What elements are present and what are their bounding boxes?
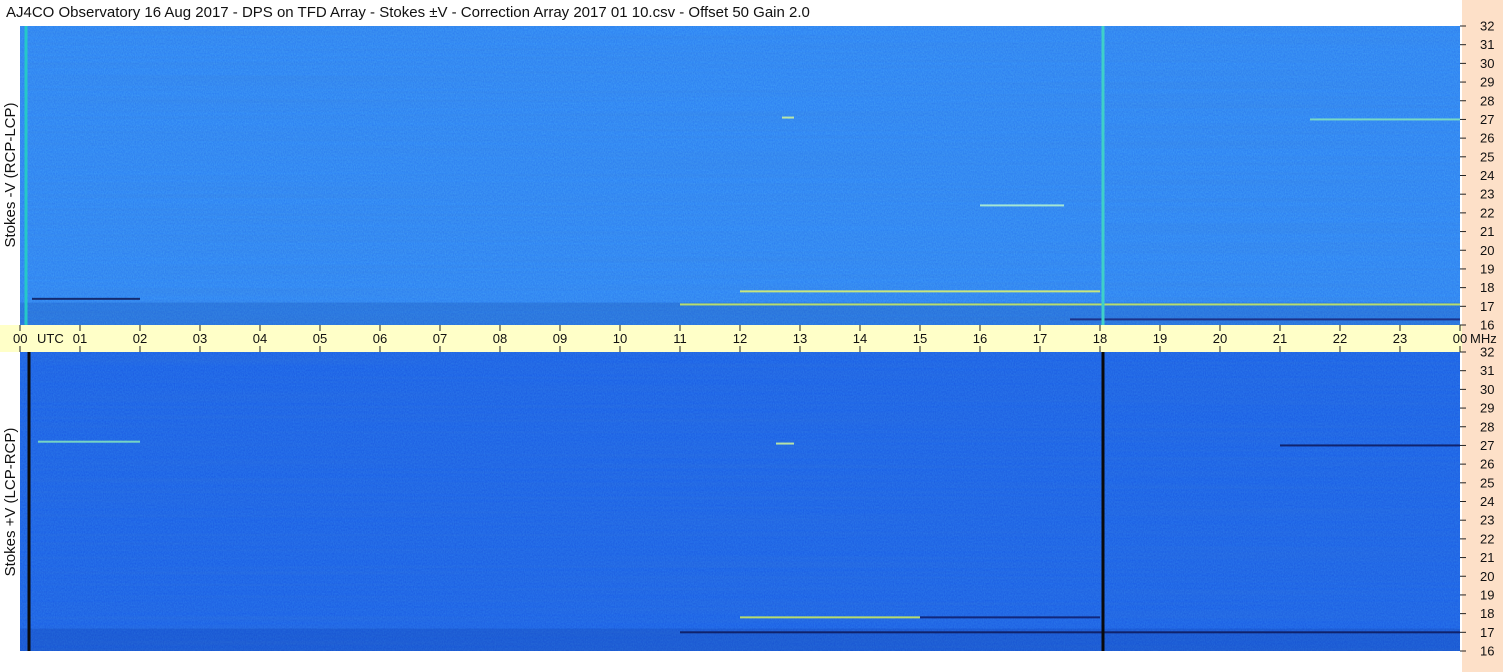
y-tick-label: 18 [1480,280,1494,295]
y-tick-label: 30 [1480,382,1494,397]
x-tick-label: 19 [1153,331,1167,346]
x-tick-label: 16 [973,331,987,346]
emission-streak [680,303,1460,306]
x-tick-label: 11 [673,331,687,346]
bottom-spectrogram-panel [20,352,1460,651]
emission-streak [980,204,1064,207]
time-axis: 00 01 02 03 04 05 06 07 08 09 10 11 12 13 14 15 16 17 18 19… [0,325,1497,352]
y-tick-label: 25 [1480,149,1494,164]
x-tick-label: 05 [313,331,327,346]
top-spectrogram-panel [20,26,1460,325]
y-tick-label: 16 [1480,318,1494,333]
x-tick-label: 17 [1033,331,1047,346]
y-tick-label: 21 [1480,224,1494,239]
heatmap-streaks [20,352,1460,651]
x-tick-label: 00 [13,331,27,346]
x-tick-label: 22 [1333,331,1347,346]
x-tick-label: 02 [133,331,147,346]
y-tick-label: 28 [1480,93,1494,108]
y-tick-label: 25 [1480,475,1494,490]
emission-streak [680,631,1460,634]
spectrogram-svg: 00 01 02 03 04 05 06 07 08 09 10 11 12 13 14 15 16 17 18 19… [0,19,1497,659]
x-tick-label: 10 [613,331,627,346]
y-tick-label: 29 [1480,401,1494,416]
emission-streak [920,616,1100,619]
y-tick-label: 20 [1480,569,1494,584]
top-frequency-axis: 32 31 30 29 28 27 26 25 24 23 22 21 20 19 18 17 16 [1460,19,1494,333]
y-tick-label: 22 [1480,531,1494,546]
vertical-interference-line [1101,26,1105,325]
y-tick-label: 24 [1480,494,1494,509]
y-tick-label: 29 [1480,75,1494,90]
y-tick-label: 21 [1480,550,1494,565]
heatmap-streaks [20,26,1460,325]
x-tick-label: 08 [493,331,507,346]
emission-streak [782,116,794,119]
x-tick-label: 07 [433,331,447,346]
x-tick-label: 18 [1093,331,1107,346]
emission-streak [740,290,1100,293]
emission-streak [1070,318,1460,321]
x-tick-label: 20 [1213,331,1227,346]
y-tick-label: 18 [1480,606,1494,621]
emission-streak [1310,118,1460,121]
y-tick-label: 20 [1480,243,1494,258]
utc-label: UTC [37,331,64,346]
x-tick-label: 14 [853,331,867,346]
x-tick-label: 00 [1453,331,1467,346]
emission-streak [740,616,920,619]
x-tick-label: 09 [553,331,567,346]
x-tick-label: 06 [373,331,387,346]
y-tick-label: 27 [1480,112,1494,127]
y-tick-label: 17 [1480,299,1494,314]
y-tick-label: 31 [1480,363,1494,378]
bottom-frequency-axis: 32 31 30 29 28 27 26 25 24 23 22 21 20 19 18 17 16 [1460,345,1494,659]
x-tick-label: 15 [913,331,927,346]
x-tick-label: 03 [193,331,207,346]
emission-streak [776,442,794,445]
y-tick-label: 24 [1480,168,1494,183]
vertical-interference-line [1101,352,1105,651]
y-tick-label: 32 [1480,345,1494,360]
emission-streak [1280,444,1460,447]
x-tick-label: 23 [1393,331,1407,346]
x-tick-label: 01 [73,331,87,346]
y-tick-label: 23 [1480,187,1494,202]
y-tick-label: 22 [1480,205,1494,220]
y-tick-label: 32 [1480,19,1494,34]
y-tick-label: 27 [1480,438,1494,453]
y-tick-label: 26 [1480,457,1494,472]
vertical-interference-line [24,26,28,325]
y-tick-label: 28 [1480,419,1494,434]
y-tick-label: 31 [1480,37,1494,52]
time-axis-band [0,325,1462,352]
low-band-shade [20,302,1460,325]
emission-streak [38,440,140,443]
emission-streak [32,297,140,300]
x-tick-label: 04 [253,331,267,346]
y-tick-label: 19 [1480,587,1494,602]
x-tick-label: 12 [733,331,747,346]
vertical-interference-line [27,352,31,651]
y-tick-label: 17 [1480,625,1494,640]
y-tick-label: 19 [1480,261,1494,276]
y-tick-label: 23 [1480,513,1494,528]
x-tick-label: 13 [793,331,807,346]
x-tick-label: 21 [1273,331,1287,346]
y-tick-label: 30 [1480,56,1494,71]
y-tick-label: 26 [1480,131,1494,146]
y-tick-label: 16 [1480,644,1494,659]
